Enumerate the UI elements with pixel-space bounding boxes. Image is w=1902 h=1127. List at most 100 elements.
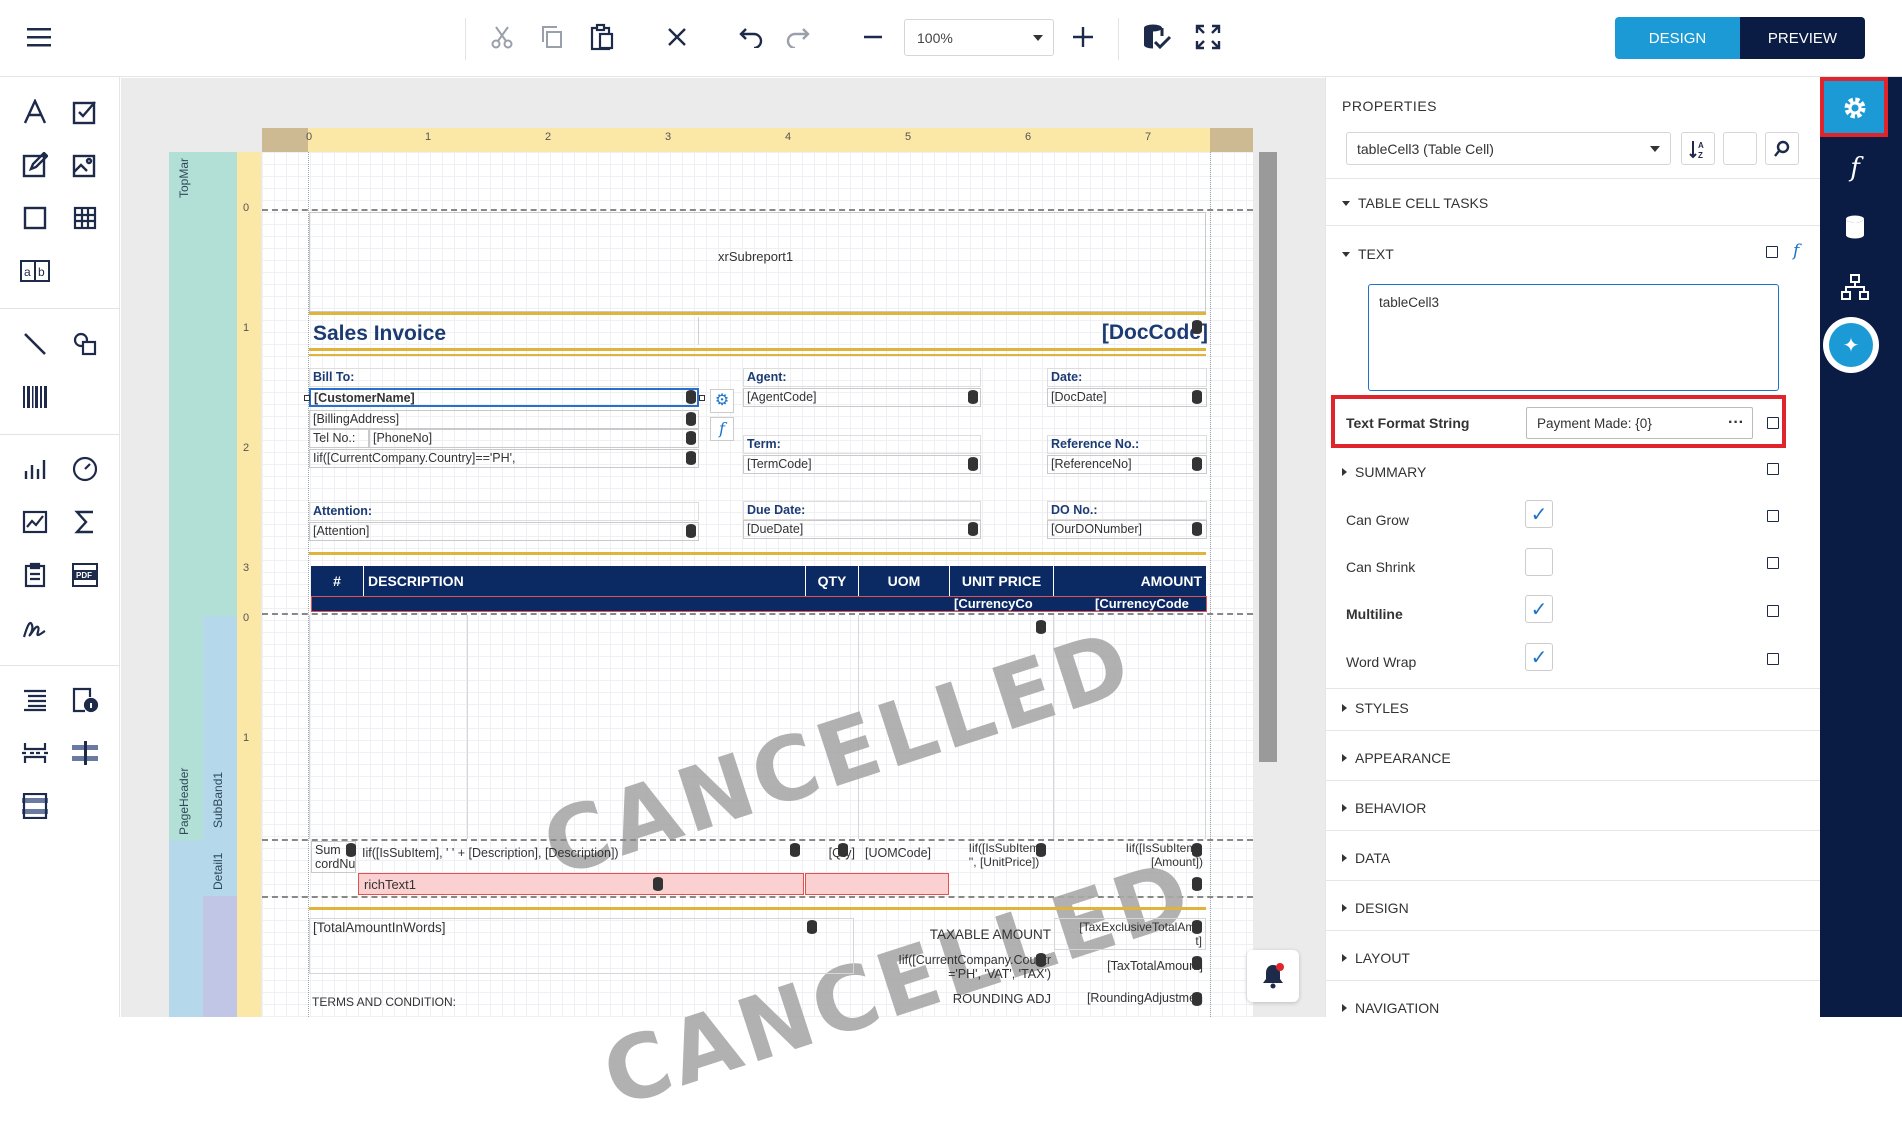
rich-text-cell[interactable]: richText1 bbox=[358, 873, 804, 895]
do-number-cell[interactable]: [OurDONumber] bbox=[1047, 520, 1207, 539]
multiline-checkbox[interactable]: ✓ bbox=[1525, 595, 1553, 623]
rich-text-tool-icon[interactable] bbox=[15, 145, 55, 185]
table-header-cell[interactable]: AMOUNT bbox=[1054, 566, 1207, 596]
expression-f-icon[interactable]: f bbox=[1793, 241, 1799, 261]
agent-cell[interactable]: [AgentCode] bbox=[743, 388, 981, 407]
delete-icon[interactable] bbox=[658, 18, 696, 56]
picture-box-tool-icon[interactable] bbox=[65, 145, 105, 185]
property-marker-icon[interactable] bbox=[1767, 463, 1779, 475]
attention-cell[interactable]: [Attention] bbox=[309, 522, 699, 541]
table-header-cell[interactable]: UNIT PRICE bbox=[950, 566, 1054, 596]
panel-tool-icon[interactable] bbox=[15, 198, 55, 238]
preview-button[interactable]: PREVIEW bbox=[1740, 17, 1865, 59]
band-top-margin[interactable]: TopMar bbox=[169, 152, 237, 210]
report-explorer-tree-icon[interactable] bbox=[1832, 264, 1878, 310]
paste-icon[interactable] bbox=[583, 18, 621, 56]
undo-icon[interactable] bbox=[731, 18, 769, 56]
barcode-tool-icon[interactable] bbox=[15, 377, 55, 417]
behavior-section-header[interactable]: BEHAVIOR bbox=[1342, 800, 1426, 816]
tel-label[interactable]: Tel No.: bbox=[309, 429, 369, 448]
terms-label[interactable]: TERMS AND CONDITION: bbox=[309, 994, 609, 1013]
summary-section-header[interactable]: SUMMARY bbox=[1342, 464, 1426, 480]
page-info-tool-icon[interactable] bbox=[65, 680, 105, 720]
search-icon[interactable] bbox=[1765, 132, 1799, 165]
term-cell[interactable]: [TermCode] bbox=[743, 455, 981, 474]
tax-total-cell[interactable]: [TaxTotalAmount] bbox=[1054, 958, 1206, 977]
label-tool-icon[interactable] bbox=[15, 92, 55, 132]
date-cell[interactable]: [DocDate] bbox=[1047, 388, 1207, 407]
table-header-cell[interactable]: UOM bbox=[859, 566, 950, 596]
property-marker-icon[interactable] bbox=[1767, 417, 1779, 429]
cross-band-box-tool-icon[interactable] bbox=[15, 786, 55, 826]
canvas-scrollbar[interactable] bbox=[1259, 152, 1277, 762]
subreport-box[interactable]: xrSubreport1 bbox=[309, 212, 1206, 312]
shape-tool-icon[interactable] bbox=[65, 324, 105, 364]
can-shrink-checkbox[interactable] bbox=[1525, 548, 1553, 576]
rounding-label[interactable]: ROUNDING ADJ bbox=[858, 990, 1054, 1009]
sort-az-icon[interactable]: AZ bbox=[1681, 132, 1715, 165]
design-button[interactable]: DESIGN bbox=[1615, 17, 1740, 59]
table-header-cell[interactable]: # bbox=[311, 566, 364, 596]
zoom-select[interactable]: 100% bbox=[904, 19, 1054, 56]
redo-icon[interactable] bbox=[780, 18, 818, 56]
due-date-cell[interactable]: [DueDate] bbox=[743, 520, 981, 539]
amount-in-words-cell[interactable]: [TotalAmountInWords] bbox=[309, 918, 854, 974]
table-header-cell[interactable]: QTY bbox=[806, 566, 859, 596]
currency-cell[interactable]: [CurrencyCo bbox=[954, 596, 1033, 611]
detail-qty-cell[interactable]: [Qty] bbox=[808, 845, 858, 864]
smart-tag-gear-icon[interactable]: ⚙ bbox=[710, 389, 734, 413]
resize-handle[interactable] bbox=[304, 395, 310, 401]
table-of-contents-tool-icon[interactable] bbox=[15, 680, 55, 720]
agent-label[interactable]: Agent: bbox=[743, 368, 981, 387]
report-title[interactable]: Sales Invoice bbox=[313, 322, 446, 346]
attention-label[interactable]: Attention: bbox=[309, 502, 699, 521]
term-label[interactable]: Term: bbox=[743, 435, 981, 454]
line-tool-icon[interactable] bbox=[15, 324, 55, 364]
country-expression-cell[interactable]: Iif([CurrentCompany.Country]=='PH', bbox=[309, 449, 699, 468]
navigation-section-header[interactable]: NAVIGATION bbox=[1342, 1000, 1439, 1016]
detail-uom-cell[interactable]: [UOMCode] bbox=[862, 845, 950, 864]
notifications-bell-icon[interactable] bbox=[1247, 950, 1299, 1002]
page-break-tool-icon[interactable] bbox=[15, 733, 55, 773]
billing-address-cell[interactable]: [BillingAddress] bbox=[309, 410, 699, 429]
text-value-editor[interactable]: tableCell3 bbox=[1368, 284, 1779, 391]
resize-handle[interactable] bbox=[699, 395, 705, 401]
property-marker-icon[interactable] bbox=[1767, 653, 1779, 665]
do-number-label[interactable]: DO No.: bbox=[1047, 501, 1207, 520]
styles-section-header[interactable]: STYLES bbox=[1342, 700, 1409, 716]
expressions-f-icon[interactable]: f bbox=[1832, 145, 1878, 191]
field-list-database-icon[interactable] bbox=[1832, 204, 1878, 250]
phone-cell[interactable]: [PhoneNo] bbox=[369, 429, 699, 448]
customer-name-cell[interactable]: [CustomerName] bbox=[309, 388, 699, 407]
categories-toggle[interactable] bbox=[1723, 132, 1757, 165]
pdf-content-tool-icon[interactable]: PDF bbox=[65, 555, 105, 595]
cross-band-line-tool-icon[interactable] bbox=[65, 733, 105, 773]
currency-cell[interactable]: [CurrencyCode bbox=[1095, 596, 1189, 611]
property-marker-icon[interactable] bbox=[1766, 246, 1778, 258]
layout-section-header[interactable]: LAYOUT bbox=[1342, 950, 1410, 966]
detail-description-cell[interactable]: Iif([IsSubItem], ' ' + [Description], [D… bbox=[359, 845, 729, 864]
hamburger-menu-icon[interactable] bbox=[21, 18, 59, 56]
gauge-tool-icon[interactable] bbox=[65, 449, 105, 489]
reference-cell[interactable]: [ReferenceNo] bbox=[1047, 455, 1207, 474]
ellipsis-icon[interactable]: ··· bbox=[1728, 414, 1744, 432]
copy-icon[interactable] bbox=[533, 18, 571, 56]
bill-to-label[interactable]: Bill To: bbox=[309, 368, 699, 387]
property-marker-icon[interactable] bbox=[1767, 510, 1779, 522]
design-section-header[interactable]: DESIGN bbox=[1342, 900, 1409, 916]
tax-exclusive-cell[interactable]: [TaxExclusiveTotalAmo t] bbox=[1054, 918, 1206, 950]
character-comb-tool-icon[interactable]: ab bbox=[15, 251, 55, 291]
can-grow-checkbox[interactable]: ✓ bbox=[1525, 500, 1553, 528]
table-currency-row[interactable] bbox=[311, 596, 1207, 612]
appearance-section-header[interactable]: APPEARANCE bbox=[1342, 750, 1451, 766]
property-marker-icon[interactable] bbox=[1767, 605, 1779, 617]
taxable-amount-label[interactable]: TAXABLE AMOUNT bbox=[858, 926, 1054, 945]
vat-expression-cell[interactable]: Iif([CurrentCompany.Countr ='PH', 'VAT', … bbox=[858, 952, 1054, 984]
reference-label[interactable]: Reference No.: bbox=[1047, 435, 1207, 454]
table-cell-tasks-header[interactable]: TABLE CELL TASKS bbox=[1342, 195, 1488, 211]
word-wrap-checkbox[interactable]: ✓ bbox=[1525, 643, 1553, 671]
fullscreen-icon[interactable] bbox=[1189, 18, 1227, 56]
sparkline-tool-icon[interactable] bbox=[15, 502, 55, 542]
band-group-footer[interactable] bbox=[203, 896, 237, 1017]
summary-tool-icon[interactable] bbox=[65, 502, 105, 542]
